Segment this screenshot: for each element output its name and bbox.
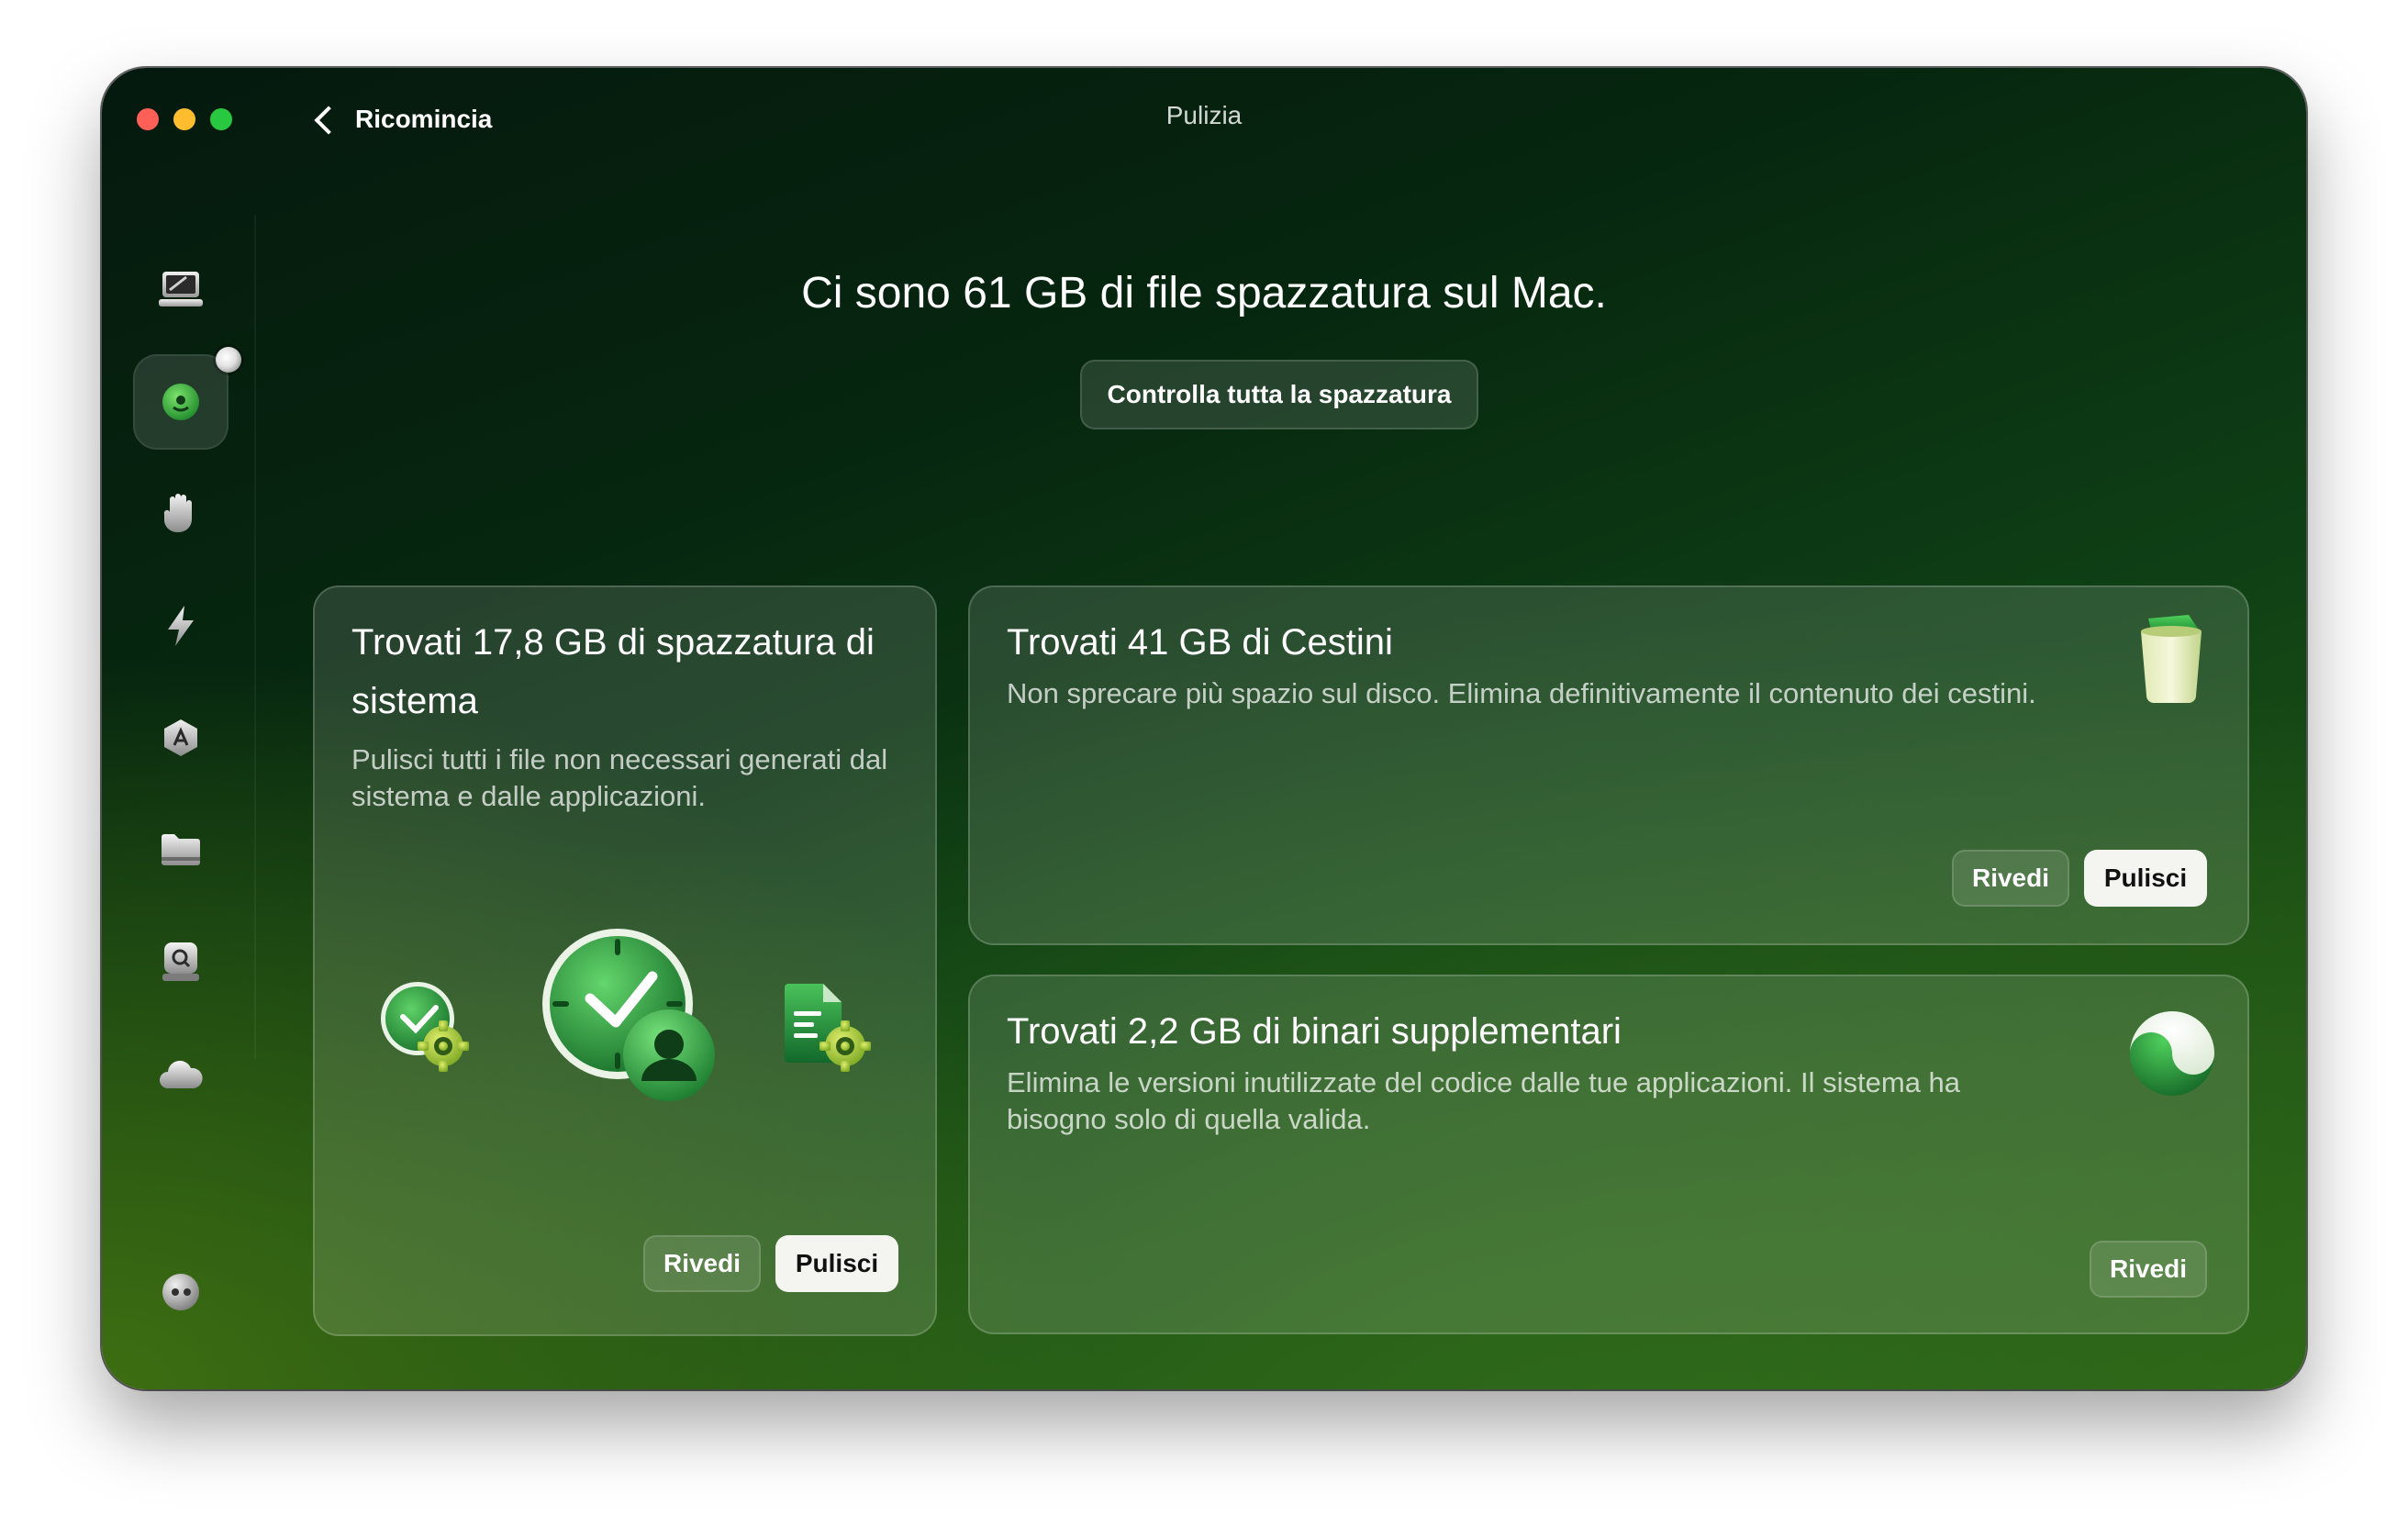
window-title: Pulizia <box>1165 101 1243 129</box>
sidebar-item-cleanup[interactable] <box>133 347 241 450</box>
trash-bins-card: Trovati 41 GB di Cestini Non sprecare pi… <box>968 585 2249 945</box>
sidebar-divider <box>254 215 256 1059</box>
trash-bins-title: Trovati 41 GB di Cestini <box>1007 622 1393 663</box>
sidebar-item-disk[interactable] <box>133 914 229 1009</box>
trash-bins-description: Non sprecare più spazio sul disco. Elimi… <box>1007 677 2036 709</box>
cleanup-icon <box>162 384 199 420</box>
extra-binaries-description: Elimina le versioni inutilizzate del cod… <box>1007 1066 1961 1135</box>
clock-gear-icon <box>381 982 469 1072</box>
sidebar-item-protection[interactable] <box>133 466 229 562</box>
system-junk-title: Trovati 17,8 GB di spazzatura di sistema <box>351 622 875 721</box>
hand-icon <box>163 494 192 533</box>
binary-icon <box>2130 1011 2214 1096</box>
review-all-junk-button[interactable]: Controlla tutta la spazzatura <box>1080 360 1478 429</box>
sidebar-item-applications[interactable] <box>133 690 229 786</box>
document-gear-icon <box>785 984 871 1072</box>
system-junk-review-button[interactable]: Rivedi <box>643 1235 761 1292</box>
extra-binaries-card: Trovati 2,2 GB di binari supplementari E… <box>968 975 2249 1334</box>
system-junk-card: Trovati 17,8 GB di spazzatura di sistema… <box>313 585 937 1336</box>
extra-binaries-review-button[interactable]: Rivedi <box>2090 1241 2207 1298</box>
assistant-icon <box>162 1274 199 1310</box>
trash-bin-icon <box>2141 615 2202 703</box>
sidebar-item-performance[interactable] <box>133 578 229 674</box>
app-store-icon <box>164 719 197 756</box>
sidebar-item-files[interactable] <box>133 802 229 897</box>
sidebar-footer-assistant[interactable] <box>133 1244 229 1340</box>
active-indicator-dot <box>216 347 241 373</box>
cloud-icon <box>160 1060 203 1088</box>
trash-bins-clean-button[interactable]: Pulisci <box>2084 850 2207 907</box>
app-window: Ricomincia Pulizia Ci sono 61 GB di file… <box>102 68 2306 1389</box>
sidebar-item-cloud[interactable] <box>133 1026 229 1121</box>
extra-binaries-title: Trovati 2,2 GB di binari supplementari <box>1007 1011 1622 1052</box>
disk-search-icon <box>162 942 199 981</box>
page-heading: Ci sono 61 GB di file spazzatura sul Mac… <box>801 269 1607 318</box>
folder-icon <box>162 834 200 865</box>
bolt-icon <box>168 606 194 646</box>
trash-bins-review-button[interactable]: Rivedi <box>1952 850 2069 907</box>
clock-user-icon <box>542 929 715 1101</box>
system-junk-clean-button[interactable]: Pulisci <box>775 1235 898 1292</box>
system-junk-description: Pulisci tutti i file non necessari gener… <box>351 743 888 812</box>
